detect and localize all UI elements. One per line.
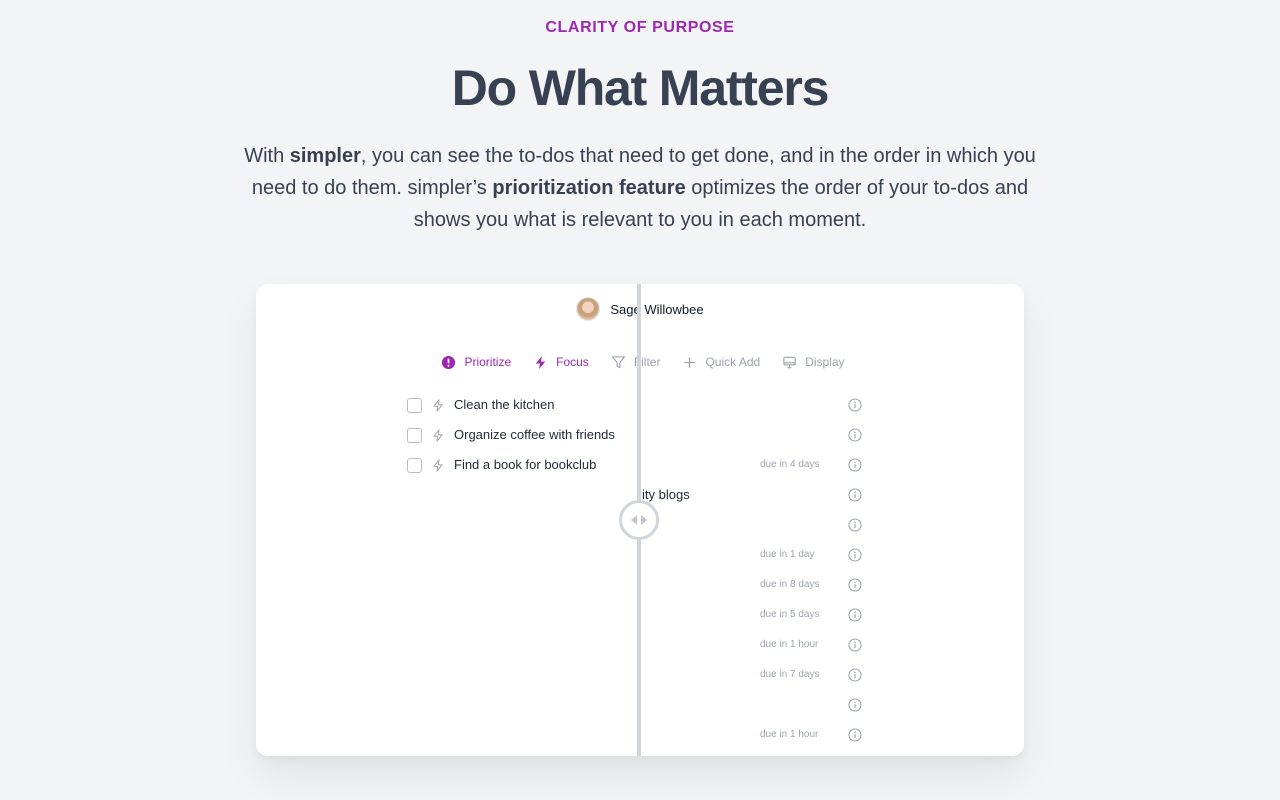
lightning-outline-icon	[433, 459, 443, 472]
task-checkbox[interactable]	[407, 458, 422, 473]
task-checkbox[interactable]	[407, 428, 422, 443]
task-due: due in 1 day	[760, 549, 815, 560]
task-title: Find a book for bookclub	[454, 457, 597, 472]
prioritize-label: Prioritize	[464, 355, 512, 369]
task-title: Organize coffee with friends	[454, 427, 615, 442]
info-icon[interactable]	[848, 608, 862, 622]
info-icon[interactable]	[848, 518, 862, 532]
desc-bold-simpler: simpler	[289, 145, 361, 167]
info-icon[interactable]	[848, 698, 862, 712]
info-icon[interactable]	[848, 428, 862, 442]
lightning-outline-icon	[433, 429, 443, 442]
task-title: Clean the kitchen	[454, 397, 555, 412]
lightning-icon	[535, 355, 546, 369]
section-title: Do What Matters	[451, 60, 830, 116]
comparison-slider-handle[interactable]	[619, 500, 659, 540]
exclamation-circle-icon	[442, 355, 456, 369]
lightning-outline-icon	[433, 399, 443, 412]
task-due: due in 5 days	[760, 609, 820, 620]
prioritize-button[interactable]: Prioritize	[441, 352, 511, 372]
desc-bold-prioritization: prioritization feature	[492, 177, 686, 199]
info-icon[interactable]	[848, 458, 862, 472]
arrow-right-icon	[641, 515, 647, 525]
task-due: due in 1 hour	[760, 639, 819, 650]
quick-add-label: Quick Add	[705, 355, 761, 369]
arrow-left-icon	[631, 515, 637, 525]
display-button[interactable]: Display	[782, 352, 845, 372]
info-icon[interactable]	[848, 548, 862, 562]
info-icon[interactable]	[848, 488, 862, 502]
display-label: Display	[805, 355, 845, 369]
monitor-icon	[783, 356, 796, 368]
app-preview-card: Sage Willowbee Prioritize Focus Filter Q…	[256, 284, 1024, 756]
task-due: due in 4 days	[760, 459, 820, 470]
plus-icon	[684, 356, 696, 368]
info-icon[interactable]	[848, 638, 862, 652]
info-icon[interactable]	[848, 578, 862, 592]
avatar	[576, 297, 601, 321]
filter-icon	[611, 355, 625, 368]
filter-button[interactable]: Filter	[611, 352, 660, 372]
focus-label: Focus	[556, 355, 589, 369]
section-eyebrow: CLARITY OF PURPOSE	[545, 19, 735, 36]
focus-button[interactable]: Focus	[533, 352, 589, 372]
desc-text-1: With	[244, 145, 290, 167]
task-checkbox[interactable]	[407, 398, 422, 413]
section-description: With simpler, you can see the to-dos tha…	[230, 140, 1050, 236]
task-due: due in 8 days	[760, 579, 820, 590]
task-due: due in 7 days	[760, 669, 820, 680]
info-icon[interactable]	[848, 668, 862, 682]
info-icon[interactable]	[848, 728, 862, 742]
user-name: Sage Willowbee	[610, 301, 704, 317]
info-icon[interactable]	[848, 398, 862, 412]
task-due: due in 1 hour	[760, 729, 819, 740]
quick-add-button[interactable]: Quick Add	[682, 352, 760, 372]
task-title: ity blogs	[642, 487, 690, 502]
